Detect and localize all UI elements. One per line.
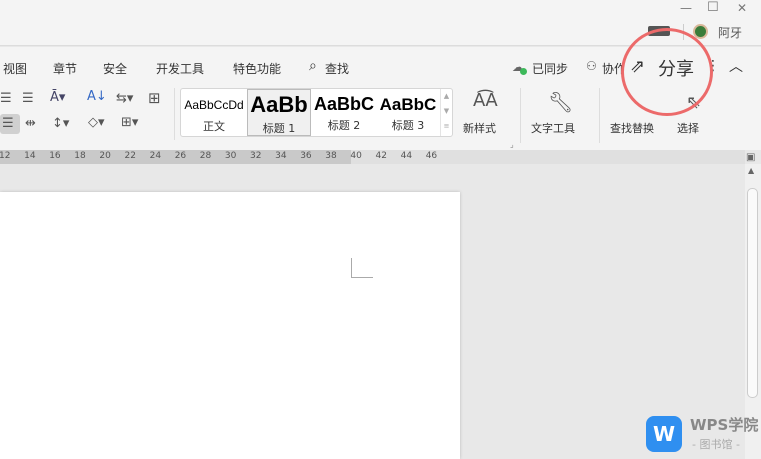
distribute-icon[interactable]: ⇹ (25, 116, 36, 131)
tab-developer[interactable]: 开发工具 (156, 60, 204, 77)
tab-find[interactable]: 查找 (325, 60, 349, 77)
collapse-ribbon-button[interactable]: ︿ (729, 56, 743, 76)
justify-icon: ☰ (2, 116, 14, 131)
collab-icon: ⚇ (586, 59, 597, 73)
maximize-button[interactable]: ☐ (707, 0, 719, 15)
tab-view[interactable]: 视图 (3, 60, 27, 77)
ruler-tick-label: 24 (149, 151, 162, 161)
ruler-toggle-icon[interactable]: ▣ (746, 152, 755, 163)
watermark-sub: - 图书馆 - (692, 438, 740, 451)
gallery-scroll[interactable]: ▲ ▼ ≡ (440, 89, 452, 136)
style-heading-3[interactable]: AaBbC 标题 3 (377, 89, 439, 136)
ruler-tick-label: 30 (224, 151, 237, 161)
table-icon[interactable]: ⊞ (148, 89, 161, 107)
ruler-tick-label: 12 (0, 151, 11, 161)
ruler-tick-label: 38 (325, 151, 337, 161)
increase-indent-icon[interactable]: ☰ (22, 91, 34, 106)
watermark-brand: WPS学院 (690, 416, 759, 434)
border-icon[interactable]: ⊞▾ (121, 115, 138, 130)
line-spacing-icon[interactable]: ↕▾ (52, 116, 69, 131)
line-break-icon[interactable]: ⇆▾ (116, 91, 133, 106)
ruler-tick-label: 34 (275, 151, 287, 161)
margin-corner-mark (351, 258, 373, 278)
new-style-button[interactable]: 新样式 (463, 120, 496, 136)
ruler-tick-label: 22 (124, 151, 136, 161)
ruler-tick-label: 36 (300, 151, 312, 161)
tab-security[interactable]: 安全 (103, 60, 127, 77)
document-page[interactable] (0, 192, 460, 459)
style-gallery: AaBbCcDd 正文 AaBb 标题 1 AaBbC 标题 2 AaBbC 标题 3 … (180, 88, 453, 137)
ruler-tick-label: 40 (350, 151, 362, 161)
char-spacing-icon[interactable]: Ā▾ (50, 90, 65, 105)
ruler-tick-label: 20 (99, 151, 111, 161)
wps-logo: W (646, 416, 682, 452)
search-icon[interactable]: ⌕ (309, 58, 317, 74)
style-heading-2[interactable]: AaBbC 标题 2 (312, 89, 376, 136)
highlight-circle (621, 28, 713, 116)
new-style-icon[interactable]: A͡A (473, 90, 498, 111)
sync-status-dot (520, 68, 527, 75)
sync-button[interactable]: 已同步 (532, 60, 568, 77)
ruler-tick-label: 32 (250, 151, 262, 161)
divider (599, 88, 600, 143)
close-button[interactable]: ✕ (737, 1, 747, 15)
ruler-tick-label: 42 (375, 151, 387, 161)
sort-icon[interactable]: A↓ (87, 89, 107, 104)
decrease-indent-icon[interactable]: ☰ (0, 91, 12, 106)
user-name[interactable]: 阿牙 (718, 24, 742, 41)
scroll-up-arrow[interactable]: ▲ (748, 166, 754, 175)
ruler-tick-label: 14 (24, 151, 36, 161)
ruler-tick-label: 44 (400, 151, 413, 161)
ruler-tick-label: 26 (174, 151, 187, 161)
ruler-tick-label: 46 (425, 151, 438, 161)
ruler-tick-label: 18 (74, 151, 86, 161)
select-button[interactable]: 选择 (677, 120, 699, 136)
find-replace-button[interactable]: 查找替换 (610, 120, 654, 136)
wrench-icon[interactable]: 🔧︎ (548, 90, 573, 114)
tab-features[interactable]: 特色功能 (233, 60, 281, 77)
style-normal[interactable]: AaBbCcDd 正文 (181, 89, 247, 136)
tab-section[interactable]: 章节 (53, 60, 77, 77)
shading-icon[interactable]: ◇▾ (88, 115, 105, 130)
divider (520, 88, 521, 143)
style-heading-1[interactable]: AaBb 标题 1 (247, 89, 311, 136)
divider (174, 88, 175, 140)
ruler-tick-label: 16 (49, 151, 61, 161)
minimize-button[interactable]: — (680, 1, 692, 15)
text-tools-button[interactable]: 文字工具 (531, 120, 575, 136)
dialog-launcher[interactable]: ⌟ (510, 140, 514, 149)
ruler-tick-label: 28 (199, 151, 212, 161)
scrollbar-thumb[interactable] (747, 188, 758, 398)
